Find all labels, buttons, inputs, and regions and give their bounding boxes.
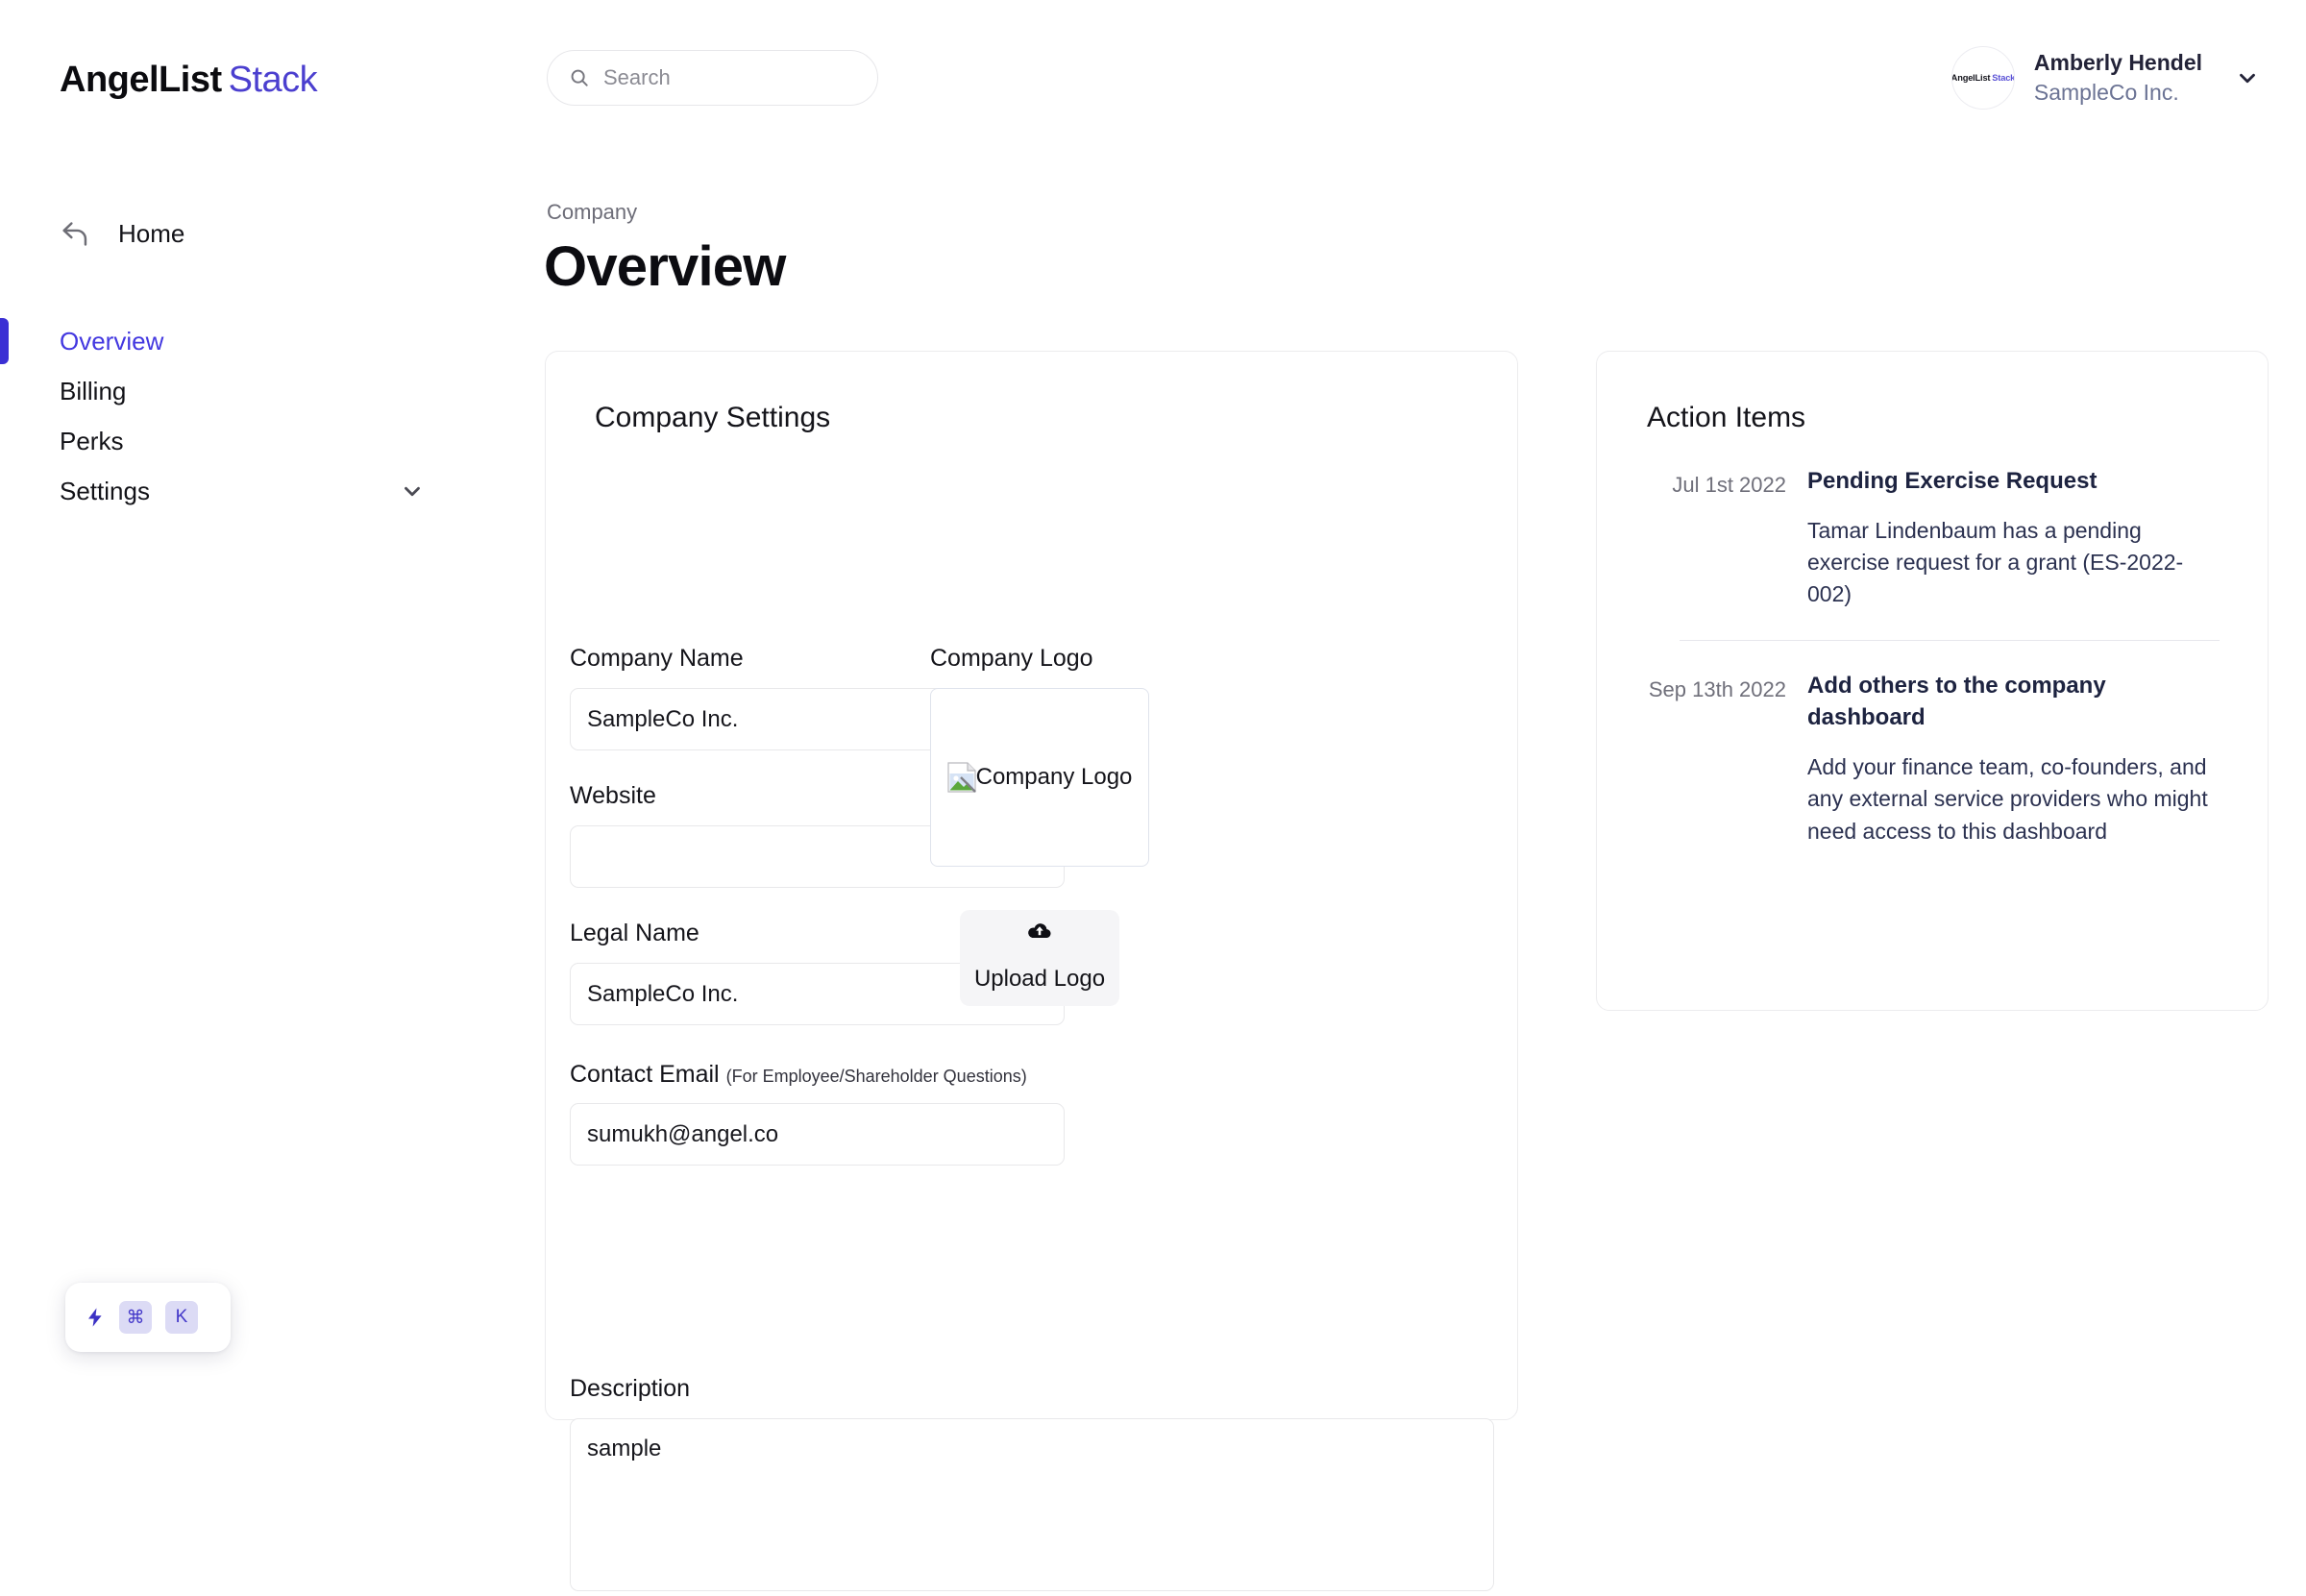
sidebar-item-settings[interactable]: Settings xyxy=(60,470,425,512)
user-menu[interactable]: AngelList Stack Amberly Hendel SampleCo I… xyxy=(1950,44,2260,111)
page-title: Overview xyxy=(544,235,786,298)
company-settings-heading: Company Settings xyxy=(595,402,831,433)
search-icon xyxy=(571,69,588,86)
sidebar: Home Overview Billing Perks Settings xyxy=(0,142,544,1420)
company-logo-preview: Company Logo xyxy=(930,688,1149,867)
action-item-description: Tamar Lindenbaum has a pending exercise … xyxy=(1807,517,2184,607)
avatar-logo-primary: AngelList xyxy=(1950,72,1991,84)
action-items-list: Jul 1st 2022 Pending Exercise Request Ta… xyxy=(1597,465,2269,847)
action-item-date: Jul 1st 2022 xyxy=(1672,473,1786,497)
upload-logo-label: Upload Logo xyxy=(973,965,1106,992)
sidebar-item-billing-label: Billing xyxy=(60,376,127,405)
command-palette-widget[interactable]: ⌘ K xyxy=(65,1283,231,1352)
description-label: Description xyxy=(570,1375,691,1402)
lightning-bolt-icon xyxy=(88,1308,102,1327)
avatar-logo-secondary: Stack xyxy=(1992,72,2015,84)
chevron-down-icon[interactable] xyxy=(400,479,425,503)
action-items-divider xyxy=(1680,639,2220,641)
sidebar-item-overview[interactable]: Overview xyxy=(60,320,163,362)
action-item-date: Sep 13th 2022 xyxy=(1648,676,1786,701)
broken-image-icon xyxy=(947,762,976,793)
broken-image-alt-text: Company Logo xyxy=(975,764,1133,790)
action-item-body: Add others to the company dashboard Add … xyxy=(1807,670,2220,847)
avatar-logo: AngelList Stack xyxy=(1950,72,2015,84)
sidebar-item-home-label: Home xyxy=(118,218,185,248)
sidebar-item-home[interactable]: Home xyxy=(60,211,184,256)
action-item[interactable]: Jul 1st 2022 Pending Exercise Request Ta… xyxy=(1597,465,2269,611)
company-logo-label: Company Logo xyxy=(930,645,1093,672)
logo-text-primary: AngelList xyxy=(60,60,222,100)
sidebar-item-overview-label: Overview xyxy=(60,326,164,356)
broken-image-placeholder: Company Logo xyxy=(947,762,1133,793)
user-company: SampleCo Inc. xyxy=(2033,80,2179,105)
search-bar[interactable] xyxy=(547,50,878,106)
search-input[interactable] xyxy=(603,65,856,90)
top-bar: AngelListStack AngelListStack Amberly He… xyxy=(0,0,2306,142)
user-name: Amberly Hendel xyxy=(2033,50,2202,76)
company-settings-card: Company Settings Company Name Website Le… xyxy=(545,351,1518,1591)
app-logo[interactable]: AngelList Stack xyxy=(60,60,318,101)
action-item-title: Add others to the company dashboard xyxy=(1807,672,2106,731)
chevron-down-icon[interactable] xyxy=(2235,65,2260,90)
contact-email-hint: (For Employee/Shareholder Questions) xyxy=(725,1067,1027,1086)
action-item-title: Pending Exercise Request xyxy=(1807,468,2097,494)
action-item[interactable]: Sep 13th 2022 Add others to the company … xyxy=(1597,670,2269,847)
breadcrumb: Company xyxy=(547,200,638,224)
main-content: Company Overview Company Settings Compan… xyxy=(544,142,2306,1591)
user-info: Amberly Hendel SampleCo Inc. xyxy=(2034,49,2202,107)
contact-email-label: Contact Email (For Employee/Shareholder … xyxy=(570,1057,1065,1092)
cloud-upload-icon xyxy=(1028,923,1051,938)
sidebar-item-settings-label: Settings xyxy=(60,476,150,505)
action-item-body: Pending Exercise Request Tamar Lindenbau… xyxy=(1807,465,2220,611)
upload-logo-button[interactable]: Upload Logo xyxy=(960,910,1119,1006)
contact-email-label-text: Contact Email xyxy=(570,1061,720,1088)
sidebar-item-billing[interactable]: Billing xyxy=(60,370,126,412)
company-logo-section: Company Logo Company Logo Upload Logo xyxy=(930,645,1180,1006)
logo-text-secondary: Stack xyxy=(228,60,318,100)
action-items-card: Action Items Jul 1st 2022 Pending Exerci… xyxy=(1596,351,2269,1011)
key-cap-command[interactable]: ⌘ xyxy=(119,1301,152,1334)
sidebar-item-perks-label: Perks xyxy=(60,426,124,455)
sidebar-item-perks[interactable]: Perks xyxy=(60,420,123,462)
action-item-description: Add your finance team, co-founders, and … xyxy=(1807,753,2208,844)
avatar: AngelList Stack xyxy=(1950,46,2015,110)
active-nav-accent-bar xyxy=(0,318,9,364)
action-items-heading: Action Items xyxy=(1647,402,1806,433)
key-cap-k[interactable]: K xyxy=(165,1301,198,1334)
description-textarea[interactable] xyxy=(570,1418,1494,1591)
description-field: Description xyxy=(570,1375,1494,1596)
back-arrow-icon xyxy=(62,221,87,246)
contact-email-input[interactable] xyxy=(570,1103,1065,1166)
contact-email-field: Contact Email (For Employee/Shareholder … xyxy=(570,1057,1065,1166)
